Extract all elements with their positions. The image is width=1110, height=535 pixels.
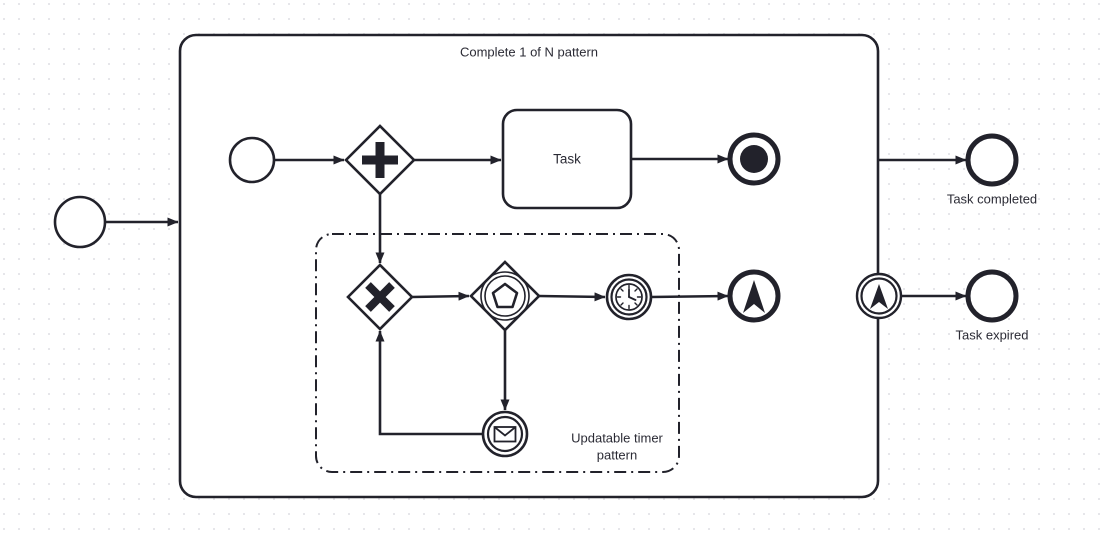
start-event-circle[interactable] — [53, 195, 107, 249]
flow-exclusive-to-event-gateway[interactable] — [411, 291, 470, 301]
group-label-line2: pattern — [597, 447, 637, 462]
subprocess-title: Complete 1 of N pattern — [460, 44, 598, 59]
flow-event-gateway-to-timer[interactable] — [538, 292, 606, 302]
terminate-filled-icon — [740, 145, 768, 173]
task-completed-label: Task completed — [947, 191, 1037, 206]
escalation-end-event[interactable] — [727, 269, 781, 323]
escalation-boundary-event[interactable] — [855, 272, 903, 320]
envelope-icon — [493, 426, 517, 443]
outer-start-event[interactable] — [53, 195, 107, 249]
terminate-end-event[interactable] — [727, 132, 781, 186]
clock-icon — [615, 283, 643, 311]
subprocess-complete-1-of-n[interactable]: Complete 1 of N pattern — [178, 33, 880, 499]
task-completed-end-event[interactable]: Task completed — [947, 133, 1037, 206]
inner-start-event[interactable] — [228, 136, 276, 184]
end-event-circle[interactable] — [965, 133, 1019, 187]
group-label-line1: Updatable timer — [571, 430, 663, 445]
task-label: Task — [553, 152, 581, 167]
bpmn-diagram[interactable]: Complete 1 of N pattern Updatable timer … — [0, 0, 1110, 535]
end-event-circle[interactable] — [965, 269, 1019, 323]
flow-timer-to-escalation-end[interactable] — [650, 291, 729, 301]
start-event-circle[interactable] — [228, 136, 276, 184]
message-intermediate-catch-event[interactable] — [481, 410, 529, 458]
subprocess-border[interactable] — [178, 33, 880, 499]
task-activity[interactable]: Task — [501, 108, 633, 210]
timer-intermediate-catch-event[interactable] — [605, 273, 653, 321]
task-expired-end-event[interactable]: Task expired — [956, 269, 1029, 342]
task-expired-label: Task expired — [956, 327, 1029, 342]
diagram-canvas[interactable]: Complete 1 of N pattern Updatable timer … — [0, 0, 1110, 535]
